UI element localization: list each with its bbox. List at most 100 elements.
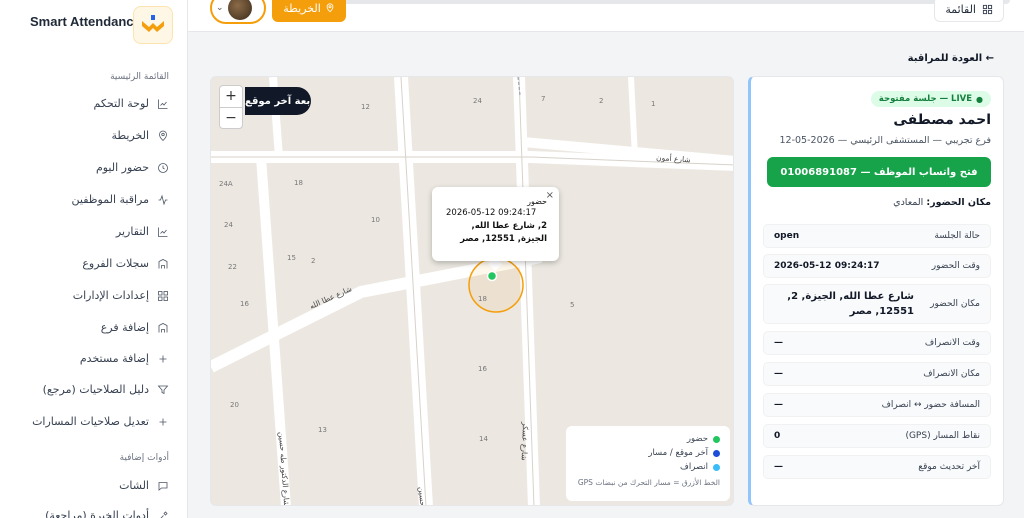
zoom-out-button[interactable]: − bbox=[220, 106, 242, 129]
legend-label: آخر موقع / مسار bbox=[648, 448, 708, 458]
activity-icon bbox=[158, 194, 168, 205]
svg-text:22: 22 bbox=[228, 263, 237, 271]
detail-row: مكان الانصراف — bbox=[763, 362, 991, 386]
sidebar-item-edit-permissions[interactable]: تعديل صلاحيات المسارات bbox=[32, 415, 169, 428]
svg-text:2: 2 bbox=[599, 97, 603, 105]
clock-icon bbox=[158, 162, 168, 173]
detail-row: حالة الجلسة open bbox=[763, 224, 991, 248]
sidebar-item-add-user[interactable]: إضافة مستخدم bbox=[80, 352, 169, 365]
svg-text:1: 1 bbox=[651, 100, 655, 108]
map-legend: حضور آخر موقع / مسار انصراف الخط الأزرق … bbox=[566, 426, 730, 501]
svg-text:20: 20 bbox=[230, 401, 239, 409]
svg-text:24A: 24A bbox=[219, 180, 233, 188]
chat-icon bbox=[158, 481, 168, 491]
menu-button[interactable]: القائمة bbox=[934, 0, 1004, 22]
map[interactable]: 12 24 7 2 1 18 24A 10 24 22 15 2 16 18 5… bbox=[210, 76, 734, 506]
employee-name: احمد مصطفى bbox=[893, 112, 991, 128]
svg-text:7: 7 bbox=[541, 95, 545, 103]
svg-text:15: 15 bbox=[287, 254, 296, 262]
main-menu-title: القائمة الرئيسية bbox=[110, 72, 169, 82]
svg-text:16: 16 bbox=[240, 300, 249, 308]
map-button-label: الخريطة bbox=[283, 1, 321, 15]
sidebar-item-expertise-tools[interactable]: أدوات الخبرة (مراجعة) bbox=[45, 509, 169, 518]
detail-key: مكان الانصراف bbox=[923, 369, 980, 379]
user-menu[interactable]: ⌄ bbox=[210, 0, 266, 24]
sidebar-item-label: إضافة مستخدم bbox=[79, 352, 149, 365]
popup-address: 2, شارع عطا الله, الجيزة, 12551, مصر bbox=[460, 221, 547, 244]
detail-key: مكان الحضور bbox=[930, 299, 980, 309]
zoom-in-button[interactable]: + bbox=[220, 86, 242, 107]
detail-value: شارع عطا الله, الجيزة, 2, 12551, مصر bbox=[787, 291, 914, 317]
detail-key: المسافة حضور ↔ انصراف bbox=[881, 400, 980, 410]
sidebar-item-chat[interactable]: الشات bbox=[119, 479, 169, 492]
sidebar-item-permissions-guide[interactable]: دليل الصلاحيات (مرجع) bbox=[43, 383, 169, 396]
svg-text:18: 18 bbox=[478, 295, 487, 303]
svg-text:2: 2 bbox=[311, 257, 315, 265]
detail-key: وقت الانصراف bbox=[924, 338, 980, 348]
sidebar-item-reports[interactable]: التقارير bbox=[116, 225, 169, 238]
sidebar-item-label: مراقبة الموظفين bbox=[71, 193, 149, 206]
sidebar: Smart Attendance القائمة الرئيسية لوحة ا… bbox=[0, 0, 188, 518]
sidebar-item-label: أدوات الخبرة (مراجعة) bbox=[45, 509, 149, 518]
sidebar-item-label: التقارير bbox=[115, 225, 149, 238]
open-whatsapp-button[interactable]: فتح واتساب الموظف — 01006891087 bbox=[767, 157, 991, 187]
sidebar-item-map[interactable]: الخريطة bbox=[111, 129, 169, 142]
building-icon bbox=[158, 322, 168, 332]
menu-button-label: القائمة bbox=[945, 2, 976, 16]
svg-text:12: 12 bbox=[361, 103, 370, 111]
filter-icon bbox=[157, 385, 169, 394]
sidebar-item-label: الخريطة bbox=[111, 129, 149, 142]
grid-icon bbox=[982, 4, 993, 14]
back-to-monitoring-link[interactable]: ← العودة للمراقبة bbox=[908, 53, 994, 64]
detail-key: حالة الجلسة bbox=[934, 231, 980, 241]
sidebar-item-monitoring[interactable]: مراقبة الموظفين bbox=[72, 193, 169, 206]
detail-row: نقاط المسار (GPS) 0 bbox=[763, 424, 991, 448]
attendance-place: مكان الحضور: المعادي bbox=[893, 197, 991, 208]
detail-value: 0 bbox=[774, 431, 781, 441]
sidebar-item-label: تعديل صلاحيات المسارات bbox=[32, 415, 149, 428]
legend-item: آخر موقع / مسار bbox=[576, 446, 720, 460]
legend-label: حضور bbox=[686, 434, 708, 444]
detail-row: مكان الحضور شارع عطا الله, الجيزة, 2, 12… bbox=[763, 284, 991, 324]
legend-note: الخط الأزرق = مسار التحرك من نبضات GPS bbox=[577, 478, 720, 487]
sidebar-item-branch-logs[interactable]: سجلات الفروع bbox=[82, 257, 169, 270]
detail-row: وقت الانصراف — bbox=[763, 331, 991, 355]
detail-value: open bbox=[774, 231, 800, 241]
detail-value: 2026-05-12 09:24:17 bbox=[774, 261, 880, 271]
sidebar-item-label: سجلات الفروع bbox=[82, 257, 149, 270]
map-button[interactable]: الخريطة bbox=[272, 0, 346, 22]
detail-row: وقت الحضور 2026-05-12 09:24:17 bbox=[763, 254, 991, 278]
sidebar-item-dashboard[interactable]: لوحة التحكم bbox=[94, 97, 169, 110]
svg-text:24: 24 bbox=[473, 97, 482, 105]
svg-text:18: 18 bbox=[294, 179, 303, 187]
plus-icon bbox=[159, 418, 167, 425]
legend-dot bbox=[713, 435, 720, 443]
sidebar-item-today[interactable]: حضور اليوم bbox=[96, 161, 169, 174]
legend-item: حضور bbox=[576, 432, 720, 446]
detail-key: نقاط المسار (GPS) bbox=[905, 431, 980, 441]
popup-title: حضور bbox=[527, 197, 547, 206]
sidebar-item-departments[interactable]: إعدادات الإدارات bbox=[73, 289, 169, 302]
chevron-down-icon: ⌄ bbox=[216, 3, 224, 13]
attendance-popup: × حضور 2026-05-12 09:24:17 2, شارع عطا ا… bbox=[432, 187, 559, 261]
popup-close-icon[interactable]: × bbox=[546, 190, 554, 201]
detail-row: المسافة حضور ↔ انصراف — bbox=[763, 393, 991, 417]
detail-key: آخر تحديث موقع bbox=[918, 462, 980, 472]
live-badge-label: LIVE — جلسة مفتوحة bbox=[878, 94, 973, 104]
logo-icon bbox=[142, 15, 164, 32]
extra-tools-title: أدوات إضافية bbox=[119, 453, 169, 463]
tool-icon bbox=[159, 510, 168, 518]
session-card: ● LIVE — جلسة مفتوحة احمد مصطفى فرع تجري… bbox=[748, 76, 1004, 506]
sidebar-item-label: حضور اليوم bbox=[95, 161, 149, 174]
svg-text:14: 14 bbox=[479, 435, 488, 443]
sidebar-item-label: لوحة التحكم bbox=[93, 97, 149, 110]
sidebar-item-label: الشات bbox=[119, 479, 149, 492]
legend-dot bbox=[713, 449, 720, 457]
building-icon bbox=[158, 258, 168, 268]
detail-key: وقت الحضور bbox=[931, 261, 980, 271]
svg-text:16: 16 bbox=[478, 365, 487, 373]
chart-icon bbox=[158, 227, 168, 237]
svg-text:شارع حسين: شارع حسين bbox=[417, 487, 429, 506]
follow-last-location-button[interactable]: متابعة آخر موقع bbox=[245, 87, 311, 115]
sidebar-item-add-branch[interactable]: إضافة فرع bbox=[101, 321, 169, 334]
